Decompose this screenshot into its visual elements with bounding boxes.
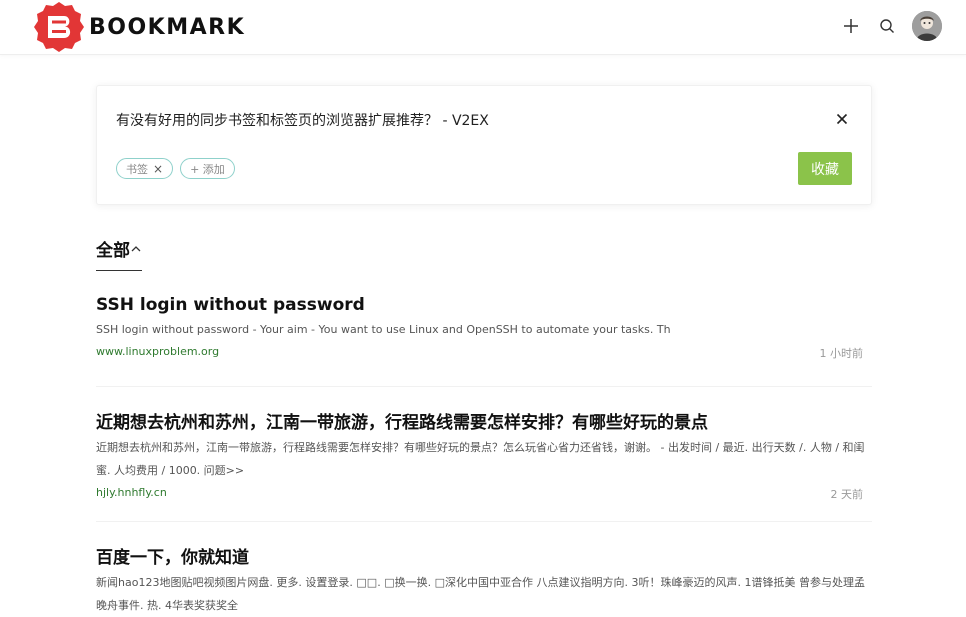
item-host[interactable]: www.linuxproblem.org — [96, 345, 219, 358]
item-title[interactable]: 百度一下，你就知道 — [96, 543, 872, 568]
list-item[interactable]: 近期想去杭州和苏州，江南一带旅游，行程路线需要怎样安排？有哪些好玩的景点 近期想… — [96, 408, 872, 504]
item-time: 1 小时前 — [819, 347, 864, 360]
tag-list: 书签 × + 添加 — [116, 158, 242, 179]
logo[interactable]: BOOKMARK — [33, 1, 245, 53]
item-description: SSH login without password - Your aim - … — [96, 323, 671, 336]
tag-chip[interactable]: 书签 × — [116, 158, 174, 179]
brand-name: BOOKMARK — [89, 14, 246, 40]
list-item[interactable]: 百度一下，你就知道 新闻hao123地图贴吧视频图片网盘. 更多. 设置登录. … — [96, 543, 872, 617]
tab-underline — [96, 270, 142, 271]
divider — [96, 386, 872, 387]
item-title[interactable]: 近期想去杭州和苏州，江南一带旅游，行程路线需要怎样安排？有哪些好玩的景点 — [96, 408, 872, 433]
logo-badge-icon — [33, 1, 85, 53]
list-item[interactable]: SSH login without password SSH login wit… — [96, 295, 872, 363]
remove-tag-icon[interactable]: × — [153, 162, 163, 176]
tag-label: 书签 — [126, 162, 148, 176]
tab-all[interactable]: 全部 — [96, 236, 141, 261]
bookmark-card: 有没有好用的同步书签和标签页的浏览器扩展推荐？ - V2EX 书签 × + 添加… — [96, 85, 872, 205]
add-tag-label: + 添加 — [190, 162, 225, 176]
item-title[interactable]: SSH login without password — [96, 295, 872, 315]
item-description: 新闻hao123地图贴吧视频图片网盘. 更多. 设置登录. □□. □换一换. … — [96, 576, 865, 612]
top-navbar: BOOKMARK — [0, 0, 966, 55]
close-icon — [836, 113, 848, 125]
item-description: 近期想去杭州和苏州，江南一带旅游，行程路线需要怎样安排？有哪些好玩的景点？怎么玩… — [96, 441, 865, 477]
chevron-up-icon — [131, 246, 141, 252]
item-time: 2 天前 — [830, 488, 864, 501]
save-button[interactable]: 收藏 — [798, 152, 852, 185]
avatar-icon — [912, 11, 942, 41]
user-avatar[interactable] — [912, 11, 942, 41]
add-tag-button[interactable]: + 添加 — [180, 158, 235, 179]
search-button[interactable] — [872, 11, 902, 41]
bookmark-title: 有没有好用的同步书签和标签页的浏览器扩展推荐？ - V2EX — [116, 113, 489, 129]
plus-icon — [844, 19, 858, 33]
close-card-button[interactable] — [833, 110, 851, 128]
add-bookmark-button[interactable] — [836, 11, 866, 41]
item-host[interactable]: hjly.hnhfly.cn — [96, 486, 167, 499]
tab-all-label: 全部 — [96, 241, 130, 261]
search-icon — [880, 19, 894, 33]
divider — [96, 521, 872, 522]
